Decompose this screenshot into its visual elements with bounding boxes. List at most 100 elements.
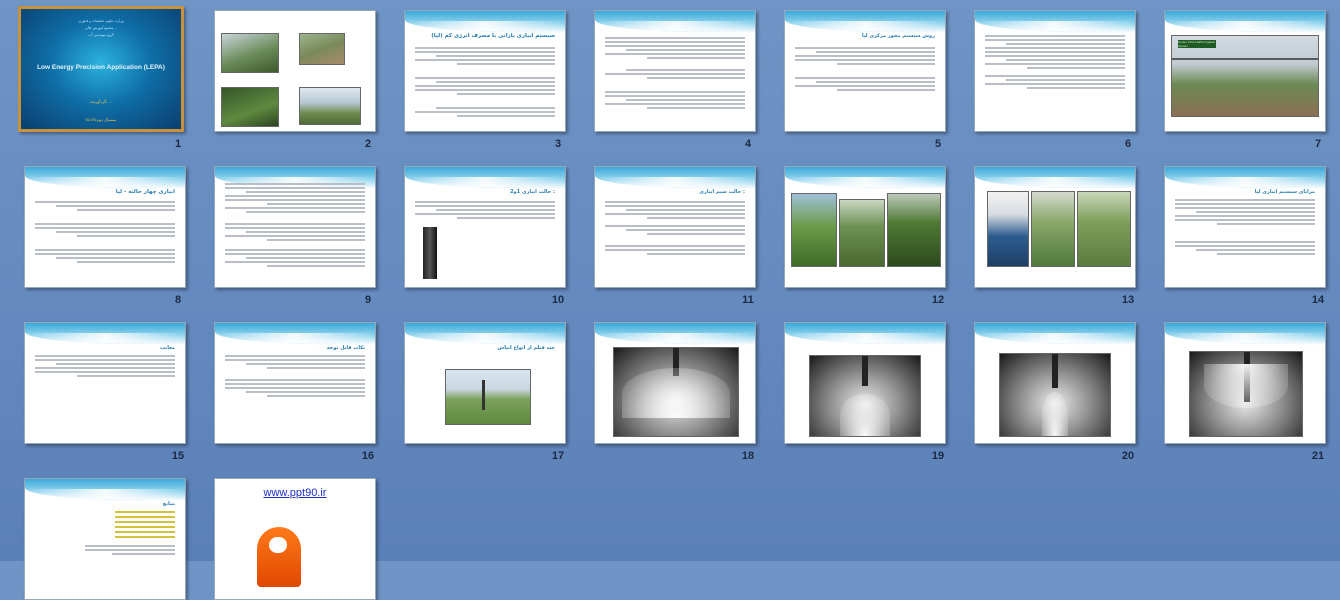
nozzle-catalog-photo <box>987 191 1029 267</box>
slide-thumbnail-17[interactable]: چند فیلم از انواع آبپاش <box>404 322 566 444</box>
slide-title: حالت شیم آبیاری : <box>699 189 745 195</box>
slide-text-block <box>35 355 175 379</box>
slide-text-block <box>605 225 745 237</box>
slide-number: 4 <box>744 138 752 150</box>
field-photo <box>299 87 361 125</box>
sources-list <box>85 545 175 557</box>
slide-thumbnail-11[interactable]: حالت شیم آبیاری : <box>594 166 756 288</box>
center-pivot-photo: Center Pivot LEPA Irrigation System <box>1171 35 1319 117</box>
slide-thumbnail-21[interactable] <box>1164 322 1326 444</box>
slide-text-block <box>795 77 935 93</box>
slide-text-block <box>35 223 175 239</box>
slide-title: منابع <box>162 501 175 507</box>
spray-video-frame[interactable] <box>999 353 1111 437</box>
slide-text-block <box>225 223 365 243</box>
slide-thumbnail-15[interactable]: معایب <box>24 322 186 444</box>
cover-line-1: وزارت علوم، تحقیقات و فناوری <box>78 19 124 23</box>
slide-text-block <box>1175 199 1315 227</box>
slide-title: آبیاری چهار حالته - لپا <box>115 189 175 195</box>
slide-thumbnail-3[interactable]: سیستم آبیاری بارانی با مصرف انرژی کم (لپ… <box>404 10 566 132</box>
slide-title: روش سیستم محور مرکزی لپا <box>861 33 935 39</box>
slide-text-block <box>795 47 935 67</box>
slide-thumbnail-4[interactable] <box>594 10 756 132</box>
slide-number: 19 <box>931 450 945 462</box>
spray-video-frame[interactable] <box>1189 351 1303 437</box>
slide-number: 10 <box>551 294 565 306</box>
slide-number: 20 <box>1121 450 1135 462</box>
slide-number: 9 <box>364 294 372 306</box>
slide-thumbnail-6[interactable] <box>974 10 1136 132</box>
slide-text-block <box>605 37 745 61</box>
cover-title: Low Energy Precision Application (LEPA) <box>37 64 165 71</box>
slide-thumbnail-23[interactable]: www.ppt90.ir <box>214 478 376 600</box>
slide-thumbnail-14[interactable]: مزایای سیستم آبیاری لپا <box>1164 166 1326 288</box>
nozzle-photo <box>423 227 437 279</box>
photo-banner: Center Pivot LEPA Irrigation System <box>1178 40 1216 48</box>
logo-icon <box>257 527 301 587</box>
slide-text-block <box>1175 241 1315 257</box>
spray-video-frame[interactable] <box>809 355 921 437</box>
cover-line-3: گروه مهندسی آب <box>88 33 114 37</box>
slide-text-block <box>35 201 175 213</box>
slide-text-block <box>35 249 175 265</box>
slide-thumbnail-18[interactable] <box>594 322 756 444</box>
slide-title: چند فیلم از انواع آبپاش <box>497 345 555 351</box>
slide-title: نکات قابل توجه <box>326 345 365 351</box>
slide-thumbnail-10[interactable]: حالت آبیاری 1و2 : <box>404 166 566 288</box>
slide-number: 18 <box>741 450 755 462</box>
slide-number: 12 <box>931 294 945 306</box>
slide-number: 16 <box>361 450 375 462</box>
slide-number: 1 <box>174 138 182 150</box>
field-photo <box>221 87 279 127</box>
slide-number: 17 <box>551 450 565 462</box>
slide-thumbnail-7[interactable]: Center Pivot LEPA Irrigation System <box>1164 10 1326 132</box>
sources-list <box>115 511 175 541</box>
slide-thumbnail-19[interactable] <box>784 322 946 444</box>
sprinkler-photo <box>1077 191 1131 267</box>
slide-number: 7 <box>1314 138 1322 150</box>
sprinkler-photo <box>1031 191 1075 267</box>
slide-thumbnail-12[interactable] <box>784 166 946 288</box>
sprinkler-field-photo <box>445 369 531 425</box>
slide-text-block <box>225 183 365 215</box>
slide-text-block <box>415 77 555 97</box>
slide-thumbnail-1[interactable]: وزارت علوم، تحقیقات و فناوری مجتمع آموزش… <box>18 6 184 132</box>
website-link[interactable]: www.ppt90.ir <box>215 487 375 499</box>
slide-thumbnail-16[interactable]: نکات قابل توجه <box>214 322 376 444</box>
slide-thumbnail-5[interactable]: روش سیستم محور مرکزی لپا <box>784 10 946 132</box>
slide-text-block <box>605 69 745 81</box>
slide-thumbnail-13[interactable] <box>974 166 1136 288</box>
slide-text-block <box>605 91 745 111</box>
slide-number: 6 <box>1124 138 1132 150</box>
cover-authors: گردآورنده: ... <box>90 99 112 104</box>
slide-thumbnail-22[interactable]: منابع <box>24 478 186 600</box>
slide-number: 14 <box>1311 294 1325 306</box>
slide-text-block <box>415 201 555 221</box>
cover-line-2: مجتمع آموزش عالی ... <box>84 26 118 30</box>
slide-thumbnail-2[interactable] <box>214 10 376 132</box>
slide-number: 5 <box>934 138 942 150</box>
slide-number: 13 <box>1121 294 1135 306</box>
slide-text-block <box>225 249 365 269</box>
slide-number: 21 <box>1311 450 1325 462</box>
slide-text-block <box>605 245 745 257</box>
slide-text-block <box>985 75 1125 91</box>
crop-field-photo <box>839 199 885 267</box>
spray-video-frame[interactable] <box>613 347 739 437</box>
slide-title: سیستم آبیاری بارانی با مصرف انرژی کم (لپ… <box>431 33 555 39</box>
slide-text-block <box>225 355 365 371</box>
slide-number: 11 <box>742 294 754 306</box>
slide-title: مزایای سیستم آبیاری لپا <box>1254 189 1315 195</box>
slide-text-block <box>605 201 745 221</box>
slide-title: معایب <box>160 345 175 351</box>
crop-field-photo <box>887 193 941 267</box>
slide-thumbnail-9[interactable] <box>214 166 376 288</box>
slide-text-block <box>985 35 1125 71</box>
field-photo <box>221 33 279 73</box>
slide-thumbnail-20[interactable] <box>974 322 1136 444</box>
slide-number: 2 <box>364 138 372 150</box>
slide-title: حالت آبیاری 1و2 : <box>510 189 555 195</box>
slide-number: 3 <box>554 138 562 150</box>
slide-thumbnail-8[interactable]: آبیاری چهار حالته - لپا <box>24 166 186 288</box>
slide-text-block <box>415 107 555 119</box>
